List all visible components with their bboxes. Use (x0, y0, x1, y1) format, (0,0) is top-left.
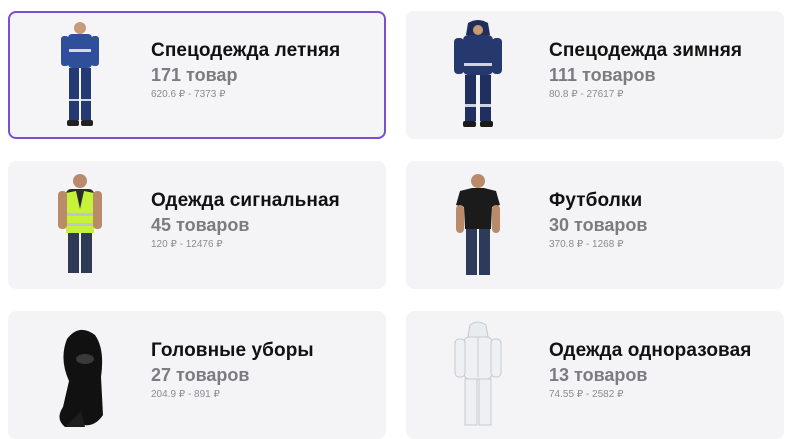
category-count: 171 товар (151, 65, 238, 85)
category-card-winter-workwear[interactable]: Спецодежда зимняя 111 товаров 80.8 ₽ - 2… (406, 11, 784, 139)
category-title: Футболки (549, 190, 643, 211)
category-price-range: 80.8 ₽ - 27617 ₽ (549, 89, 624, 100)
category-title: Одежда сигнальная (151, 190, 340, 211)
category-card-headwear[interactable]: Головные уборы 27 товаров 204.9 ₽ - 891 … (8, 311, 386, 439)
category-card-disposable-clothing[interactable]: Одежда одноразовая 13 товаров 74.55 ₽ - … (406, 311, 784, 439)
category-title: Одежда одноразовая (549, 340, 752, 361)
tshirt-icon (436, 169, 520, 281)
category-card-summer-workwear[interactable]: Спецодежда летняя 171 товар 620.6 ₽ - 73… (8, 11, 386, 139)
category-price-range: 370.8 ₽ - 1268 ₽ (549, 239, 624, 250)
disposable-suit-icon (436, 319, 520, 431)
category-title: Спецодежда зимняя (549, 40, 743, 61)
category-count: 30 товаров (549, 215, 648, 235)
category-count: 111 товаров (549, 65, 656, 85)
category-price-range: 74.55 ₽ - 2582 ₽ (549, 389, 624, 400)
category-price-range: 120 ₽ - 12476 ₽ (151, 239, 223, 250)
category-price-range: 204.9 ₽ - 891 ₽ (151, 389, 220, 400)
signal-vest-icon (38, 169, 122, 281)
category-count: 45 товаров (151, 215, 250, 235)
category-title: Спецодежда летняя (151, 40, 341, 61)
category-count: 13 товаров (549, 365, 648, 385)
category-title: Головные уборы (151, 340, 314, 361)
balaclava-icon (38, 319, 122, 431)
winter-workwear-icon (436, 19, 520, 131)
category-card-tshirts[interactable]: Футболки 30 товаров 370.8 ₽ - 1268 ₽ (406, 161, 784, 289)
category-price-range: 620.6 ₽ - 7373 ₽ (151, 89, 226, 100)
category-count: 27 товаров (151, 365, 250, 385)
category-card-signal-clothing[interactable]: Одежда сигнальная 45 товаров 120 ₽ - 124… (8, 161, 386, 289)
summer-workwear-icon (38, 19, 122, 131)
